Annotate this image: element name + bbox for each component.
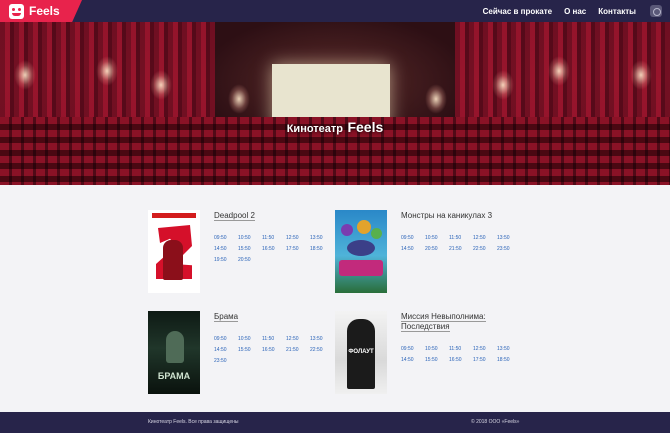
showtime-link[interactable]: 19:50 [214,257,238,263]
mission-impossible-poster-icon[interactable]: ФОЛАУТ [335,311,387,394]
showtime-link[interactable]: 15:50 [238,246,262,252]
showtime-link[interactable]: 09:50 [214,336,238,342]
showtime-link[interactable]: 15:50 [425,357,449,363]
hero-title-name: Feels [347,119,384,135]
showtime-link[interactable]: 20:50 [238,257,262,263]
wall-lamp [150,70,172,100]
nav-link-now-showing[interactable]: Сейчас в прокате [483,7,552,16]
showtime-link[interactable]: 11:50 [449,346,473,352]
showtimes: 09:50 10:50 11:50 12:50 13:50 14:50 15:5… [401,346,521,363]
movie-title[interactable]: Deadpool 2 [214,211,339,221]
wall-lamp [228,84,250,114]
brand-logo[interactable]: Feels [0,0,82,22]
footer-copyright-left: Кинотеатр Feels. Все права защищены [148,419,239,425]
showtime-link[interactable]: 13:50 [310,235,334,241]
showtime-link[interactable]: 13:50 [497,346,521,352]
showtime-link[interactable]: 18:50 [497,357,521,363]
showtime-link[interactable]: 14:50 [401,246,425,252]
wall-lamp [548,56,570,86]
showtime-link[interactable]: 21:50 [449,246,473,252]
showtimes: 09:50 10:50 11:50 12:50 13:50 14:50 15:5… [214,336,334,364]
showtime-link[interactable]: 18:50 [310,246,334,252]
main-nav: Сейчас в прокате О нас Контакты [483,0,636,22]
wall-lamp [14,60,36,90]
nav-link-contacts[interactable]: Контакты [598,7,636,16]
showtimes: 09:50 10:50 11:50 12:50 13:50 14:50 20:5… [401,235,521,252]
showtime-link[interactable]: 16:50 [262,246,286,252]
showtime-link[interactable]: 16:50 [449,357,473,363]
showtimes: 09:50 10:50 11:50 12:50 13:50 14:50 15:5… [214,235,334,263]
brama-poster-icon[interactable]: БРАМА [148,311,200,394]
wall-lamp [96,56,118,86]
showtime-link[interactable]: 12:50 [473,346,497,352]
showtime-link[interactable]: 10:50 [238,235,262,241]
showtime-link[interactable]: 11:50 [262,235,286,241]
deadpool-poster-icon[interactable] [148,210,200,293]
showtime-link[interactable]: 12:50 [286,235,310,241]
showtime-link[interactable]: 22:50 [310,347,334,353]
nav-link-about[interactable]: О нас [564,7,586,16]
showtime-link[interactable]: 14:50 [214,246,238,252]
showtime-link[interactable]: 12:50 [286,336,310,342]
wall-lamp [492,70,514,100]
showtime-link[interactable]: 10:50 [425,235,449,241]
showtime-link[interactable]: 13:50 [310,336,334,342]
page-footer: Кинотеатр Feels. Все права защищены © 20… [0,412,670,433]
showtime-link[interactable]: 10:50 [425,346,449,352]
showtime-link[interactable]: 14:50 [214,347,238,353]
showtime-link[interactable]: 12:50 [473,235,497,241]
wall-lamp [630,60,652,90]
showtime-link[interactable]: 11:50 [449,235,473,241]
movie-card-deadpool: Deadpool 2 09:50 10:50 11:50 12:50 13:50… [148,210,338,295]
hero-title-prefix: Кинотеатр [286,123,344,135]
showtime-link[interactable]: 21:50 [286,347,310,353]
monsters-poster-icon[interactable] [335,210,387,293]
hero-title: Кинотеатр Feels [0,119,670,137]
showtime-link[interactable]: 17:50 [286,246,310,252]
user-icon[interactable] [650,5,662,17]
showtime-link[interactable]: 20:50 [425,246,449,252]
showtime-link[interactable]: 13:50 [497,235,521,241]
showtime-link[interactable]: 16:50 [262,347,286,353]
showtime-link[interactable]: 09:50 [214,235,238,241]
movie-card-monsters: Монстры на каникулах 3 09:50 10:50 11:50… [335,210,525,295]
showtime-link[interactable]: 11:50 [262,336,286,342]
showtime-link[interactable]: 14:50 [401,357,425,363]
movie-title[interactable]: Миссия Невыполнима: Последствия [401,312,526,332]
movie-title[interactable]: Монстры на каникулах 3 [401,211,526,221]
hero-banner: Кинотеатр Feels [0,22,670,185]
showtime-link[interactable]: 10:50 [238,336,262,342]
showtime-link[interactable]: 17:50 [473,357,497,363]
footer-copyright-right: © 2018 ООО «Feels» [471,419,520,425]
wall-lamp [425,84,447,114]
brand-name: Feels [29,4,60,18]
showtime-link[interactable]: 09:50 [401,235,425,241]
movie-card-brama: БРАМА Брама 09:50 10:50 11:50 12:50 13:5… [148,311,338,396]
showtime-link[interactable]: 23:50 [214,358,238,364]
showtime-link[interactable]: 23:50 [497,246,521,252]
movie-title[interactable]: Брама [214,312,339,322]
showtime-link[interactable]: 22:50 [473,246,497,252]
showtime-link[interactable]: 15:50 [238,347,262,353]
showtime-link[interactable]: 09:50 [401,346,425,352]
logo-face-icon [9,3,24,19]
top-navbar: Feels Сейчас в прокате О нас Контакты [0,0,670,22]
movie-card-mission-impossible: ФОЛАУТ Миссия Невыполнима: Последствия 0… [335,311,525,396]
